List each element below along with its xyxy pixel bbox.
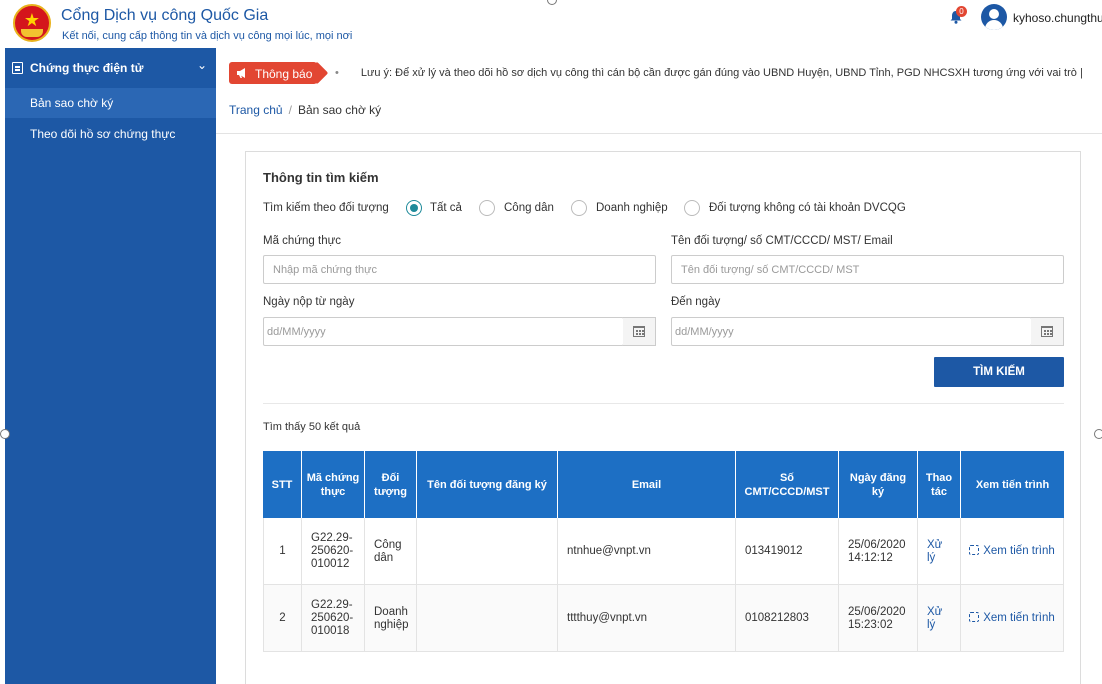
radio-business-label[interactable]: Doanh nghiệp	[596, 202, 668, 214]
calendar-icon	[1041, 326, 1053, 337]
notice-separator: |	[1079, 67, 1083, 79]
cell-date: 25/06/2020 14:12:12	[839, 518, 918, 585]
sidebar: Chứng thực điện tử ⌄ Bản sao chờ ký Theo…	[5, 48, 216, 684]
search-panel: Thông tin tìm kiếm Tìm kiếm theo đối tượ…	[245, 151, 1081, 684]
radio-business[interactable]	[571, 200, 587, 216]
sidebar-item-pending-copies[interactable]: Bản sao chờ ký	[5, 88, 216, 118]
cell-name	[417, 585, 558, 652]
col-email: Email	[558, 451, 736, 518]
site-title[interactable]: Cổng Dịch vụ công Quốc Gia	[61, 7, 268, 25]
table-row: 1 G22.29-250620-010012 Công dân ntnhue@v…	[263, 518, 1064, 585]
subject-label: Tên đối tượng/ số CMT/CCCD/ MST/ Email	[671, 235, 893, 247]
breadcrumb: Trang chủ / Bản sao chờ ký	[229, 103, 381, 117]
document-icon	[12, 62, 23, 74]
col-action: Thao tác	[918, 451, 961, 518]
radio-citizen-label[interactable]: Công dân	[504, 202, 554, 214]
cell-email: tttthuy@vnpt.vn	[558, 585, 736, 652]
search-button[interactable]: TÌM KIẾM	[934, 357, 1064, 387]
view-progress-link[interactable]: Xem tiến trình	[969, 612, 1055, 625]
breadcrumb-current: Bản sao chờ ký	[297, 103, 382, 117]
radio-all[interactable]	[406, 200, 422, 216]
cell-action: Xử lý	[918, 585, 961, 652]
code-label: Mã chứng thực	[263, 235, 342, 247]
username[interactable]: kyhoso.chungthu	[1013, 11, 1102, 25]
table-header: STT Mã chứng thực Đối tượng Tên đối tượn…	[263, 451, 1064, 518]
radio-no-account-label[interactable]: Đối tượng không có tài khoản DVCQG	[709, 202, 906, 214]
radio-citizen[interactable]	[479, 200, 495, 216]
col-code: Mã chứng thực	[302, 451, 365, 518]
radio-all-label[interactable]: Tất cả	[430, 202, 462, 214]
calendar-icon	[633, 326, 645, 337]
from-date-input[interactable]	[263, 317, 624, 346]
table-row: 2 G22.29-250620-010018 Doanh nghiệp tttt…	[263, 585, 1064, 652]
search-panel-title: Thông tin tìm kiếm	[263, 170, 379, 185]
notice-dot: •	[335, 67, 339, 79]
cell-email: ntnhue@vnpt.vn	[558, 518, 736, 585]
to-date-label: Đến ngày	[671, 296, 721, 308]
code-input[interactable]	[263, 255, 656, 284]
col-type: Đối tượng	[365, 451, 417, 518]
process-link[interactable]: Xử lý	[927, 606, 951, 632]
megaphone-icon	[237, 68, 245, 78]
sidebar-item-track-certification[interactable]: Theo dõi hồ sơ chứng thực	[5, 119, 216, 149]
divider	[263, 403, 1064, 404]
result-count: Tìm thấy 50 kết quả	[263, 421, 361, 433]
star-icon: ★	[23, 10, 41, 30]
national-emblem-logo[interactable]: ★	[13, 4, 51, 42]
chevron-down-icon: ⌄	[197, 58, 208, 72]
sidebar-section-certification[interactable]: Chứng thực điện tử ⌄	[5, 48, 216, 88]
view-progress-label: Xem tiến trình	[983, 545, 1055, 557]
cell-code: G22.29-250620-010018	[302, 585, 365, 652]
cell-id-number: 0108212803	[736, 585, 839, 652]
cell-action: Xử lý	[918, 518, 961, 585]
cell-name	[417, 518, 558, 585]
filter-label: Tìm kiếm theo đối tượng	[263, 202, 389, 214]
sidebar-section-label: Chứng thực điện tử	[30, 61, 144, 75]
notice-label: Thông báo	[255, 67, 313, 81]
to-date-input[interactable]	[671, 317, 1032, 346]
notification-badge: 0	[956, 6, 967, 17]
from-date-label: Ngày nộp từ ngày	[263, 296, 355, 308]
breadcrumb-home-link[interactable]: Trang chủ	[229, 103, 283, 117]
site-subtitle: Kết nối, cung cấp thông tin và dịch vụ c…	[62, 30, 353, 42]
breadcrumb-separator: /	[288, 103, 292, 117]
cell-date: 25/06/2020 15:23:02	[839, 585, 918, 652]
subject-input[interactable]	[671, 255, 1064, 284]
notice-marquee: • Lưu ý: Để xử lý và theo dõi hồ sơ dịch …	[335, 67, 1092, 79]
cell-stt: 2	[263, 585, 302, 652]
timeline-icon	[969, 612, 980, 622]
radio-no-account[interactable]	[684, 200, 700, 216]
col-progress: Xem tiến trình	[975, 478, 1050, 491]
notice-button[interactable]: Thông báo	[229, 62, 317, 84]
content-top-border	[216, 133, 1102, 134]
col-id-number: Số CMT/CCCD/MST	[736, 451, 839, 518]
cell-code: G22.29-250620-010012	[302, 518, 365, 585]
cell-progress: Xem tiến trình	[961, 518, 1064, 585]
col-name: Tên đối tượng đăng ký	[417, 451, 558, 518]
from-date-picker-button[interactable]	[623, 317, 656, 346]
resize-handle-left[interactable]	[0, 429, 10, 439]
resize-handle-right[interactable]	[1094, 429, 1102, 439]
view-progress-label: Xem tiến trình	[983, 612, 1055, 624]
view-progress-link[interactable]: Xem tiến trình	[969, 545, 1055, 558]
cell-id-number: 013419012	[736, 518, 839, 585]
user-avatar[interactable]	[981, 4, 1007, 30]
timeline-icon	[969, 545, 980, 555]
cell-type: Công dân	[365, 518, 417, 585]
cell-type: Doanh nghiệp	[365, 585, 417, 652]
notice-message: Lưu ý: Để xử lý và theo dõi hồ sơ dịch v…	[360, 67, 1077, 79]
top-header: ★ Cổng Dịch vụ công Quốc Gia Kết nối, cu…	[0, 0, 1102, 48]
cell-stt: 1	[263, 518, 302, 585]
process-link[interactable]: Xử lý	[927, 539, 951, 565]
to-date-picker-button[interactable]	[1031, 317, 1064, 346]
col-date: Ngày đăng ký	[839, 451, 918, 518]
cell-progress: Xem tiến trình	[961, 585, 1064, 652]
col-stt: STT	[263, 451, 302, 518]
